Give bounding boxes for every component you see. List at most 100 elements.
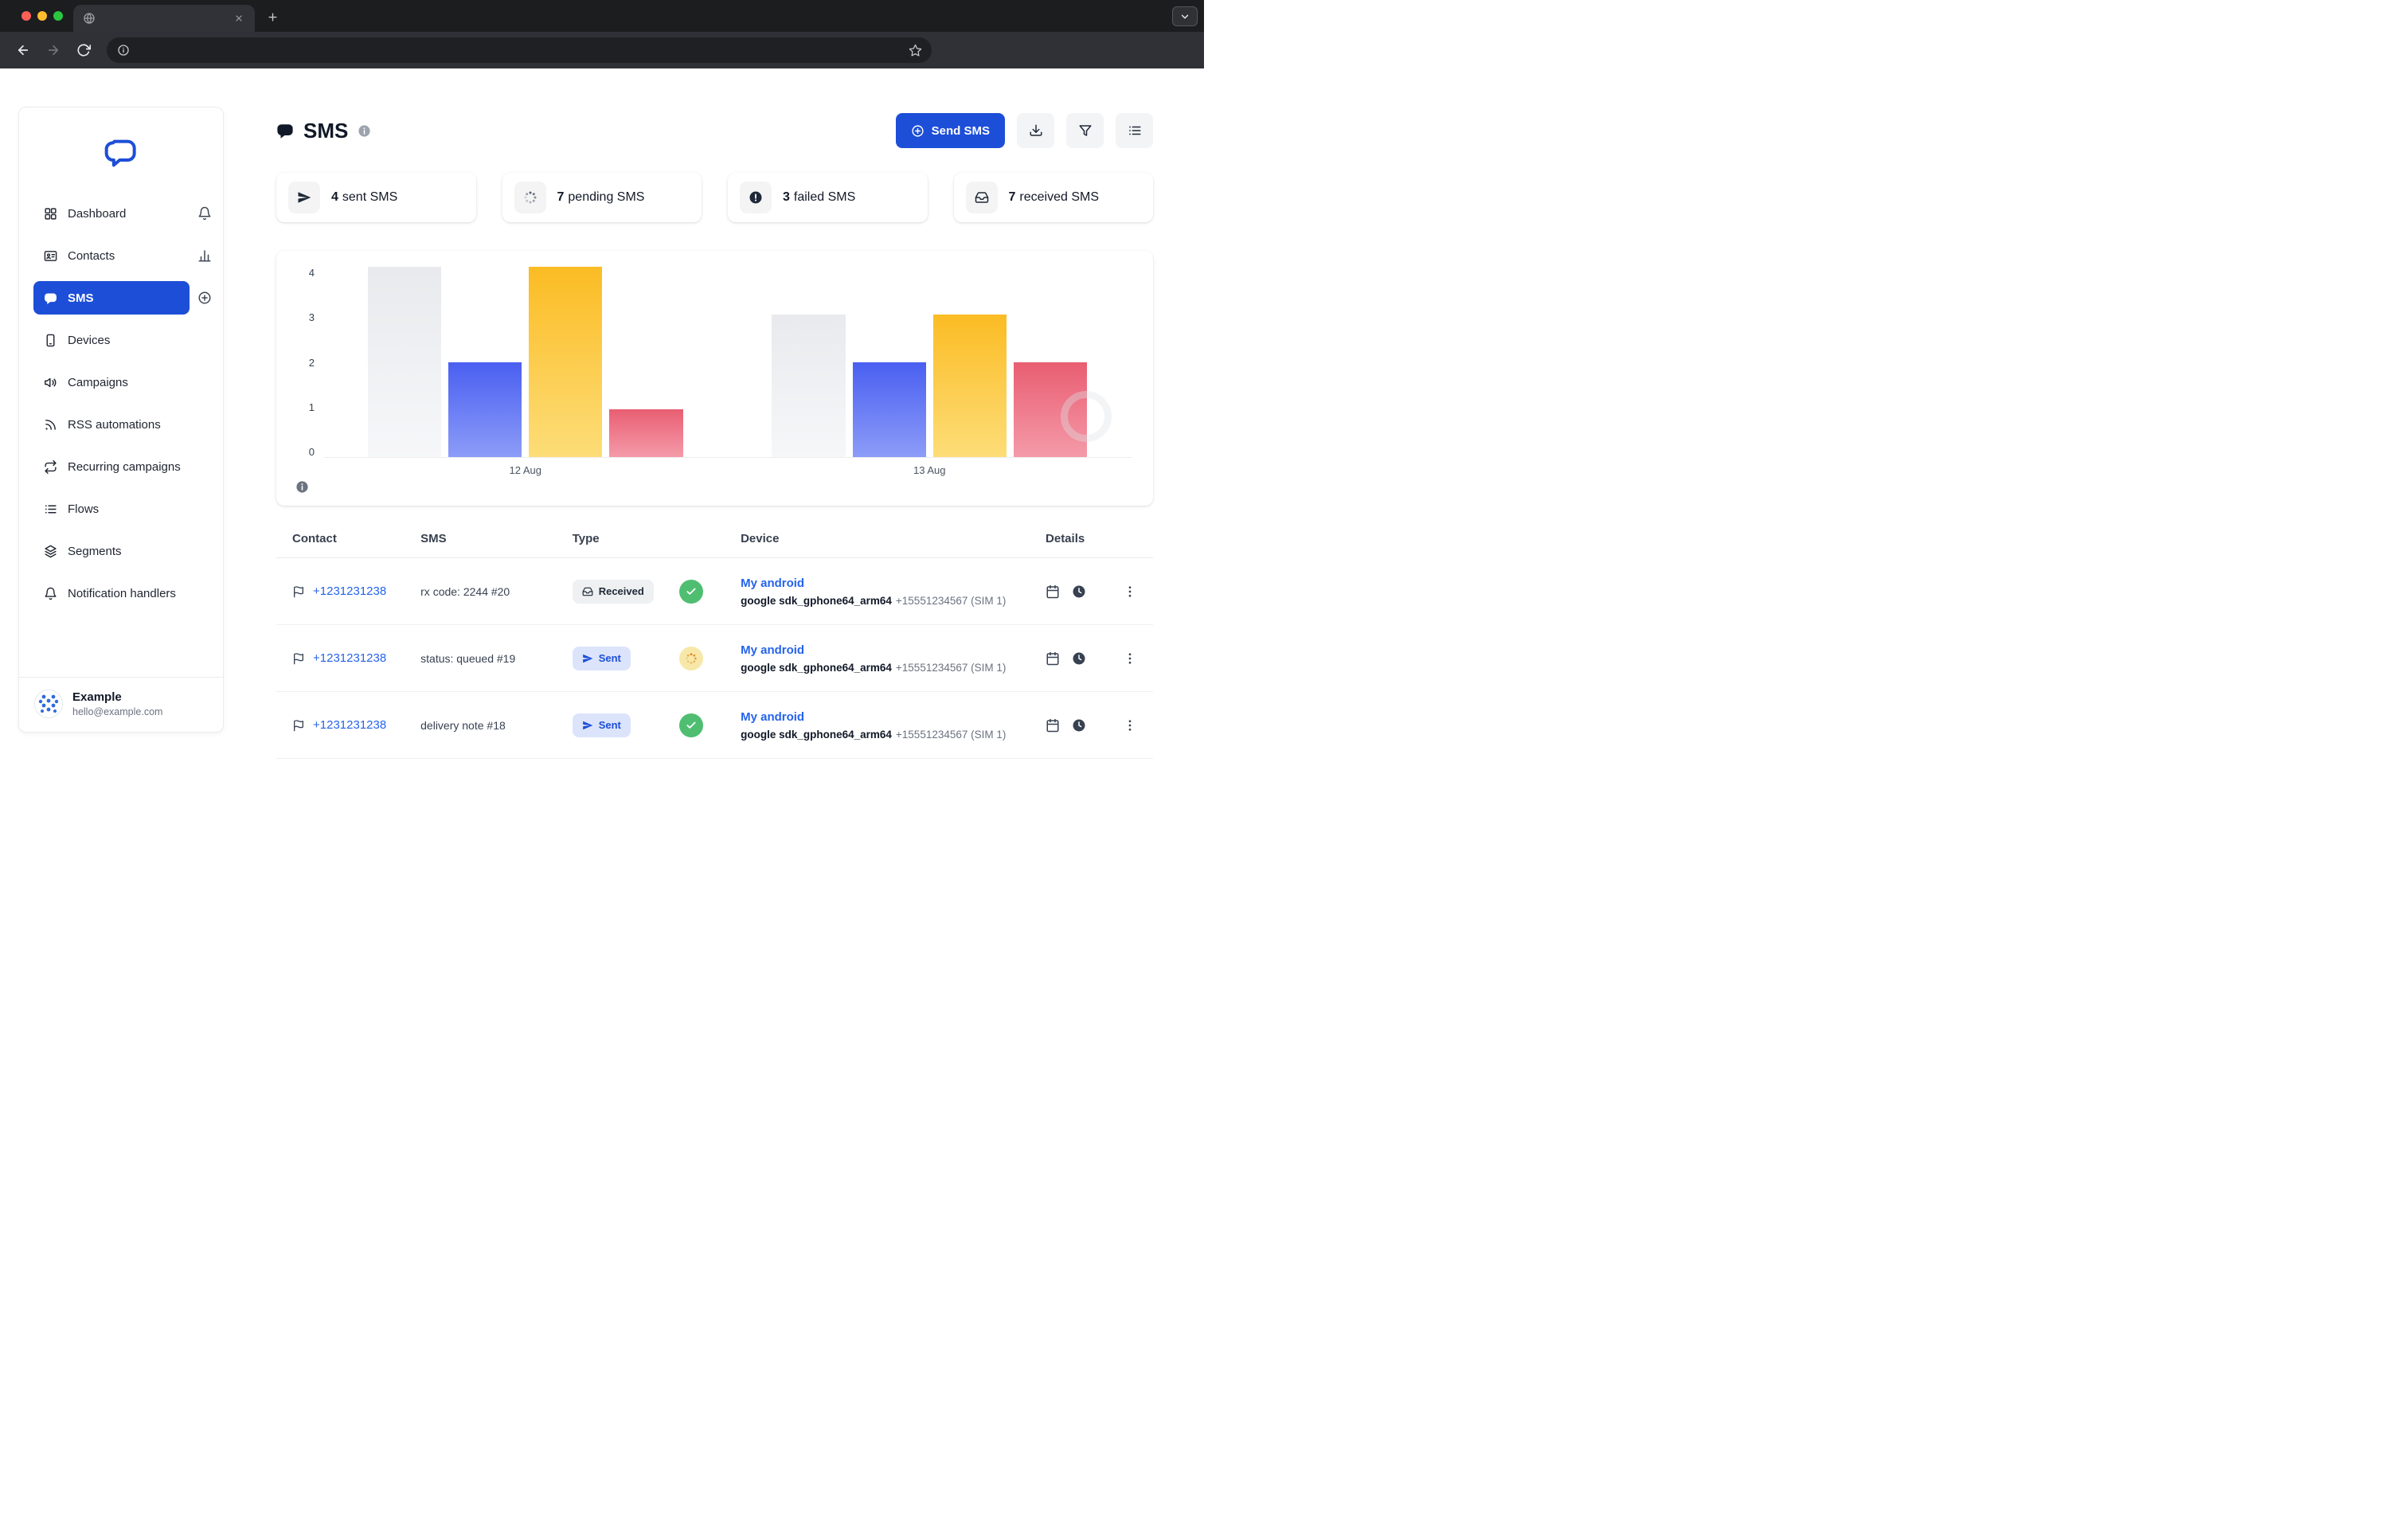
history-button[interactable] [1072,718,1086,733]
sidebar-item-recurring-campaigns: Recurring campaigns [33,450,212,483]
sidebar-item-notification-handlers: Notification handlers [33,577,212,610]
stat-card-sent: 4sent SMS [276,173,476,222]
history-button[interactable] [1072,584,1086,599]
stat-card-failed: 3failed SMS [728,173,928,222]
calendar-icon [1046,584,1060,599]
table-row: +1231231238 delivery note #18 Sent My an… [276,692,1153,759]
export-button[interactable] [1017,113,1054,148]
tab-search-button[interactable] [1172,6,1198,26]
history-button[interactable] [1072,651,1086,666]
sidebar-item-campaigns: Campaigns [33,365,212,399]
row-menu-button[interactable] [1123,651,1137,666]
y-tick-label: 2 [309,357,315,369]
sidebar-item-label: Segments [68,545,122,558]
device-link[interactable]: My android [741,710,804,724]
send-sms-label: Send SMS [932,124,990,138]
browser-toolbar [0,32,1204,68]
status-badge-pending [679,647,703,670]
browser-tab[interactable] [73,5,255,32]
y-tick-label: 3 [309,311,315,323]
plus-circle-icon[interactable] [197,291,212,305]
device-link[interactable]: My android [741,643,804,657]
sidebar-item-label: Recurring campaigns [68,460,181,474]
bar-chart-icon[interactable] [197,248,212,263]
sidebar-link-flows[interactable]: Flows [33,492,212,526]
bar-total [368,267,441,457]
status-badge-success [679,713,703,737]
user-profile[interactable]: Example hello@example.com [19,677,223,732]
sidebar-link-campaigns[interactable]: Campaigns [33,365,212,399]
flag-icon [292,719,305,732]
bell-icon[interactable] [197,206,212,221]
close-window-button[interactable] [22,11,31,21]
chat-bubble-icon [276,122,294,139]
kebab-icon [1123,584,1137,599]
info-icon [117,44,130,57]
device-model: google sdk_gphone64_arm64 [741,729,892,741]
contact-link[interactable]: +1231231238 [313,584,386,598]
clock-icon [1072,651,1086,666]
sidebar-link-contacts[interactable]: Contacts [33,239,190,272]
device-link[interactable]: My android [741,577,804,590]
grid-icon [44,207,57,221]
plus-circle-icon [911,124,924,138]
row-menu-button[interactable] [1123,718,1137,733]
contact-link[interactable]: +1231231238 [313,651,386,665]
row-menu-button[interactable] [1123,584,1137,599]
layers-icon [44,545,57,558]
sidebar-link-recurring-campaigns[interactable]: Recurring campaigns [33,450,212,483]
calendar-button[interactable] [1046,718,1060,733]
table-row: +1231231238 rx code: 2244 #20 Received M… [276,558,1153,625]
sidebar-link-notification-handlers[interactable]: Notification handlers [33,577,212,610]
site-info-button[interactable] [113,40,134,61]
sms-bar-chart: 43210 12 Aug13 Aug [276,251,1153,506]
filter-button[interactable] [1066,113,1104,148]
close-tab-icon[interactable] [233,12,245,25]
forward-button[interactable] [40,37,67,64]
bookmark-button[interactable] [905,40,925,61]
reload-button[interactable] [70,37,97,64]
header-actions: Send SMS [896,113,1153,148]
column-header-device: Device [729,532,1023,545]
columns-button[interactable] [1116,113,1153,148]
chart-y-axis: 43210 [294,267,315,458]
avatar [34,690,63,718]
stat-value: 7 [1009,190,1016,204]
sidebar-link-sms[interactable]: SMS [33,281,190,315]
sidebar-link-segments[interactable]: Segments [33,534,212,568]
sidebar-item-segments: Segments [33,534,212,568]
bell-icon [44,587,57,600]
sidebar-link-dashboard[interactable]: Dashboard [33,197,190,230]
sidebar-item-label: SMS [68,291,94,305]
stat-value: 4 [331,190,338,204]
back-button[interactable] [10,37,37,64]
sms-text: rx code: 2244 #20 [408,585,561,598]
info-icon[interactable] [295,483,309,497]
table-row: +1231231238 status: queued #19 Sent My a… [276,625,1153,692]
stat-value: 3 [783,190,790,204]
minimize-window-button[interactable] [37,11,47,21]
sidebar-item-label: Dashboard [68,207,126,221]
new-tab-button[interactable] [263,7,282,26]
y-tick-label: 4 [309,267,315,279]
arrow-right-icon [46,43,61,57]
calendar-button[interactable] [1046,584,1060,599]
calendar-icon [1046,651,1060,666]
kebab-icon [1123,718,1137,733]
clock-icon [1072,718,1086,733]
sidebar-item-label: Contacts [68,249,115,263]
repeat-icon [44,460,57,474]
send-sms-button[interactable]: Send SMS [896,113,1005,148]
sidebar-link-devices[interactable]: Devices [33,323,212,357]
calendar-icon [1046,718,1060,733]
address-bar[interactable] [107,37,932,63]
column-header-contact: Contact [276,532,408,545]
contact-link[interactable]: +1231231238 [313,718,386,732]
zoom-window-button[interactable] [53,11,63,21]
stat-value: 7 [557,190,565,204]
alert-icon [740,182,772,213]
calendar-button[interactable] [1046,651,1060,666]
info-icon[interactable] [358,124,371,138]
check-icon [686,720,697,731]
sidebar-link-rss-automations[interactable]: RSS automations [33,408,212,441]
